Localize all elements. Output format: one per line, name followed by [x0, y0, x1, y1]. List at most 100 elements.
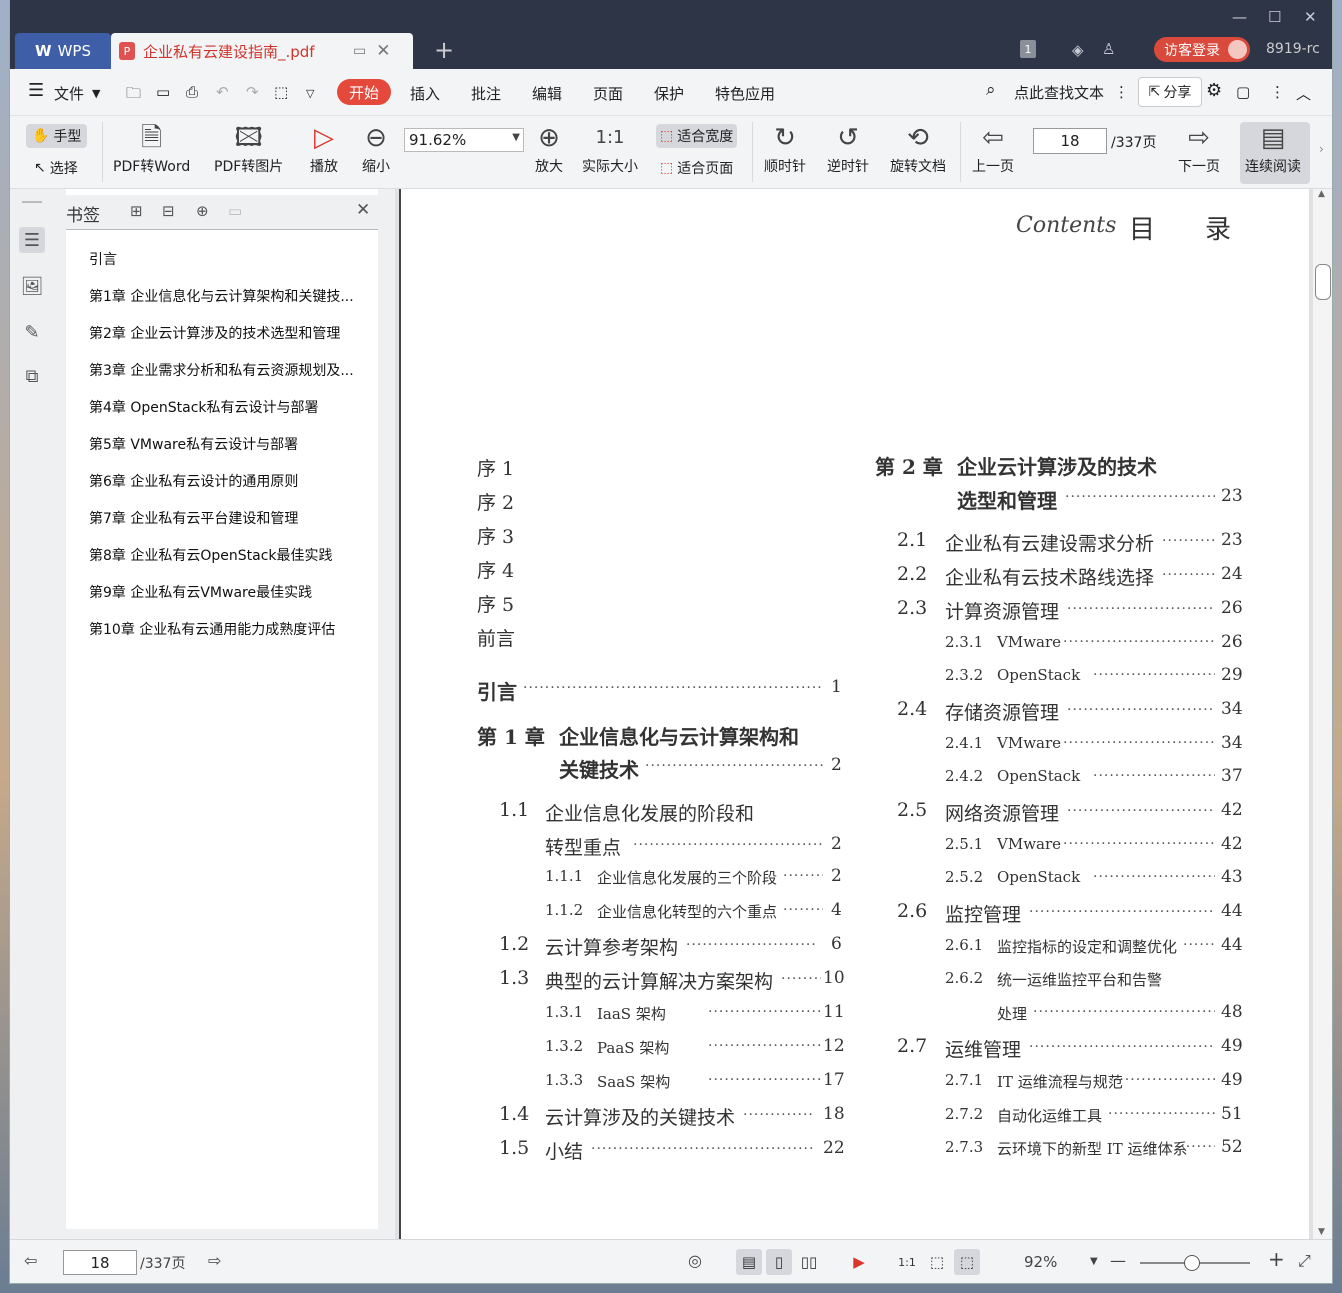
zoom-slider-knob[interactable]: [1184, 1255, 1200, 1271]
actual-size-icon[interactable]: 1:1: [894, 1249, 920, 1275]
zoom-plus-icon[interactable]: +: [1268, 1247, 1285, 1271]
vertical-scrollbar[interactable]: ▲ ▼: [1313, 189, 1332, 1239]
save-icon[interactable]: ▭: [156, 83, 170, 101]
actual-size-button[interactable]: 1:1 实际大小: [582, 120, 638, 176]
collapse-ribbon-icon[interactable]: ︿: [1296, 83, 1311, 104]
tab-edit[interactable]: 编辑: [532, 83, 562, 104]
new-tab-button[interactable]: +: [434, 36, 454, 64]
hand-tool-button[interactable]: ✋ 手型: [26, 124, 88, 148]
tab-page[interactable]: 页面: [593, 83, 623, 104]
zoom-minus-icon[interactable]: —: [1110, 1251, 1126, 1270]
bookmark-edit-icon[interactable]: ▭: [228, 202, 242, 220]
tab-count-badge[interactable]: 1: [1020, 40, 1036, 58]
close-panel-icon[interactable]: ✕: [356, 200, 370, 220]
rotate-document-button[interactable]: ⟲ 旋转文档: [890, 120, 946, 176]
print-icon[interactable]: ⎙: [186, 83, 198, 101]
minimize-icon[interactable]: —: [1232, 8, 1247, 26]
redo-icon[interactable]: ↷: [246, 83, 259, 101]
rotate-counterclockwise-button[interactable]: ↺ 逆时针: [827, 120, 869, 176]
comment-icon[interactable]: ▢: [1236, 83, 1250, 101]
tab-insert[interactable]: 插入: [410, 83, 440, 104]
more-vertical-icon[interactable]: ⋮: [1114, 83, 1129, 101]
hamburger-icon[interactable]: ☰: [28, 80, 44, 101]
search-icon[interactable]: ⌕: [986, 80, 996, 100]
zoom-out-button[interactable]: ⊖ 缩小: [362, 120, 390, 176]
wps-home-tab[interactable]: W WPS: [15, 33, 111, 69]
tab-close-icon[interactable]: ✕: [376, 41, 390, 61]
tab-start[interactable]: 开始: [337, 79, 391, 105]
bookmark-item[interactable]: ▶第2章 企业云计算涉及的技术选型和管理: [89, 323, 371, 343]
file-menu[interactable]: 文件: [54, 83, 84, 104]
tab-annotate[interactable]: 批注: [471, 83, 501, 104]
maximize-icon[interactable]: ☐: [1268, 8, 1281, 26]
pdf-to-image-button[interactable]: 🖾 PDF转图片: [214, 120, 283, 176]
fit-width-button[interactable]: ⬚ 适合宽度: [656, 124, 738, 148]
ribbon-scroll-right-icon[interactable]: ›: [1319, 142, 1324, 156]
document-tab[interactable]: P 企业私有云建设指南_.pdf ▭ ✕: [111, 33, 413, 69]
zoom-in-icon: ⊕: [538, 123, 560, 153]
fit-page-button[interactable]: ⬚ 适合页面: [660, 158, 733, 178]
bookmark-panel-icon[interactable]: ☰: [19, 227, 45, 253]
zoom-dropdown-icon[interactable]: ▼: [1090, 1256, 1098, 1267]
bookmark-item[interactable]: ▶第9章 企业私有云VMware最佳实践: [89, 582, 371, 602]
skin-icon[interactable]: ◈: [1072, 41, 1084, 59]
continuous-reading-button[interactable]: ▤ 连续阅读: [1240, 122, 1310, 184]
tab-protect[interactable]: 保护: [654, 83, 684, 104]
expand-all-icon[interactable]: ⊞: [130, 202, 143, 220]
bookmark-item[interactable]: ▶第1章 企业信息化与云计算架构和关键技...: [89, 286, 371, 306]
export-image-icon[interactable]: ⬚: [274, 83, 288, 101]
single-page-view-icon[interactable]: ▯: [766, 1249, 792, 1275]
zoom-slider[interactable]: [1140, 1255, 1250, 1271]
scrollbar-thumb[interactable]: [1315, 264, 1331, 300]
tab-pin-icon[interactable]: ▭: [353, 43, 366, 59]
bookmark-item[interactable]: ▶第8章 企业私有云OpenStack最佳实践: [89, 545, 371, 565]
eye-protection-icon[interactable]: ◎: [688, 1251, 702, 1270]
shirt-icon[interactable]: ♙: [1102, 40, 1115, 58]
scroll-up-icon[interactable]: ▲: [1318, 189, 1325, 199]
annotation-panel-icon[interactable]: ✎: [19, 319, 45, 345]
guest-login-button[interactable]: 访客登录: [1154, 37, 1250, 62]
tab-special[interactable]: 特色应用: [715, 83, 775, 104]
bookmark-item[interactable]: ▶第4章 OpenStack私有云设计与部署: [89, 397, 371, 417]
scroll-down-icon[interactable]: ▼: [1318, 1227, 1325, 1237]
add-bookmark-icon[interactable]: ⊕: [196, 202, 209, 220]
pdf-to-word-button[interactable]: 🗎 PDF转Word: [113, 120, 190, 176]
attachment-panel-icon[interactable]: ⧉: [19, 363, 45, 389]
thumbnail-panel-icon[interactable]: 🖼: [19, 273, 45, 299]
bookmark-item[interactable]: ▶第10章 企业私有云通用能力成熟度评估: [89, 619, 371, 639]
open-folder-icon[interactable]: 🗀: [126, 83, 141, 108]
next-page-icon[interactable]: ⇨: [208, 1251, 221, 1270]
continuous-view-icon[interactable]: ▤: [736, 1249, 762, 1275]
share-button[interactable]: ⇱ 分享: [1138, 77, 1202, 107]
collapse-all-icon[interactable]: ⊟: [162, 202, 175, 220]
fullscreen-icon[interactable]: ⤢: [1298, 1251, 1311, 1271]
prev-page-button[interactable]: ⇦ 上一页: [972, 120, 1014, 176]
fit-page-icon[interactable]: ⬚: [924, 1249, 950, 1275]
prev-page-icon[interactable]: ⇦: [24, 1251, 37, 1270]
page-number-input[interactable]: 18: [1033, 128, 1107, 154]
next-page-button[interactable]: ⇨ 下一页: [1178, 120, 1220, 176]
toc-page-number: 23: [1221, 486, 1243, 506]
gear-icon[interactable]: ⚙: [1206, 80, 1222, 101]
bookmark-item[interactable]: ▶第7章 企业私有云平台建设和管理: [89, 508, 371, 528]
zoom-percent[interactable]: 92%: [1024, 1253, 1057, 1271]
bookmark-item[interactable]: ▶第5章 VMware私有云设计与部署: [89, 434, 371, 454]
bookmark-item[interactable]: 引言: [89, 249, 371, 269]
more-dropdown-icon[interactable]: ▽: [306, 87, 314, 100]
fit-width-icon[interactable]: ⬚: [954, 1249, 980, 1275]
play-slideshow-icon[interactable]: ▶: [846, 1249, 872, 1275]
undo-icon[interactable]: ↶: [216, 83, 229, 101]
rotate-clockwise-button[interactable]: ↻ 顺时针: [764, 120, 806, 176]
double-page-view-icon[interactable]: ▯▯: [796, 1249, 822, 1275]
play-button[interactable]: ▷ 播放: [310, 120, 338, 176]
more-options-icon[interactable]: ⋮: [1270, 83, 1285, 101]
close-window-icon[interactable]: ✕: [1304, 8, 1317, 26]
bookmark-item[interactable]: ▶第6章 企业私有云设计的通用原则: [89, 471, 371, 491]
status-page-input[interactable]: 18: [63, 1250, 137, 1275]
select-tool-button[interactable]: ↖ 选择: [34, 158, 78, 178]
zoom-level-select[interactable]: 91.62% ▼: [404, 128, 524, 152]
search-text-button[interactable]: 点此查找文本: [1014, 82, 1104, 103]
chevron-down-icon[interactable]: ▼: [92, 87, 100, 100]
zoom-in-button[interactable]: ⊕ 放大: [535, 120, 563, 176]
bookmark-item[interactable]: ▶第3章 企业需求分析和私有云资源规划及...: [89, 360, 371, 380]
